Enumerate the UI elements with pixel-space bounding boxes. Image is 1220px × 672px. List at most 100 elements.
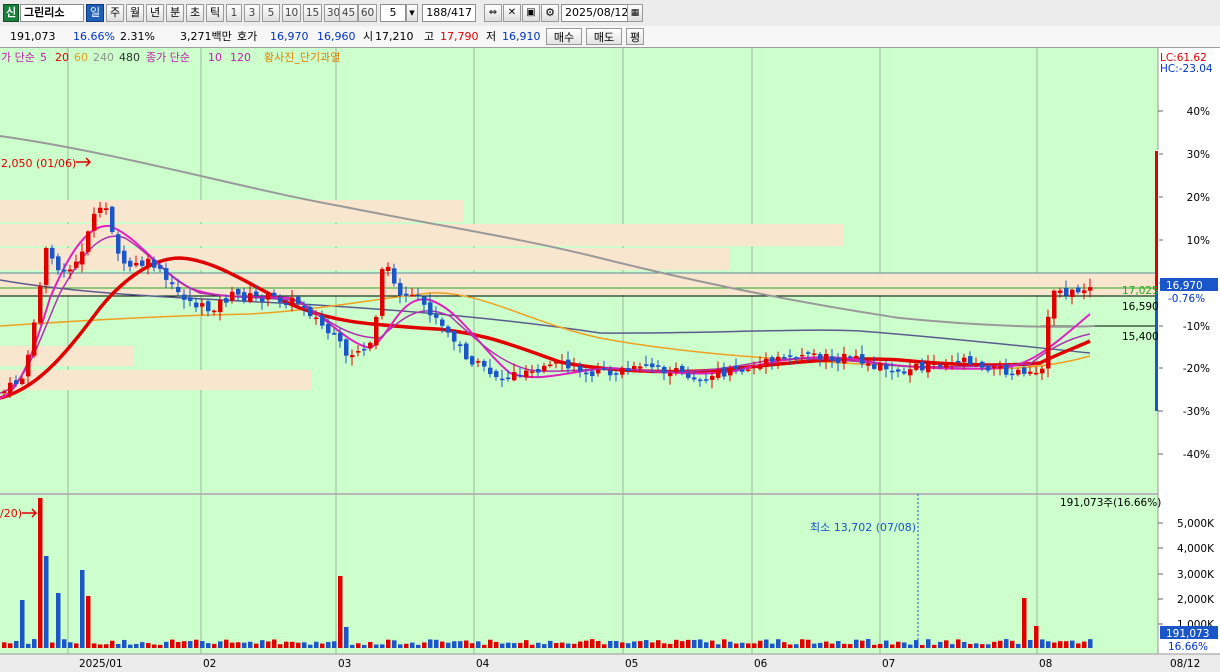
candle-body [698,379,703,382]
period-tab-week[interactable]: 주 [106,4,124,22]
crosshair-icon[interactable]: ✕ [503,4,521,22]
candle-body [68,269,73,272]
period-tab-tick[interactable]: 틱 [206,4,224,22]
candle-body [950,362,955,364]
candle-body [206,301,211,312]
period-tab-second[interactable]: 초 [186,4,204,22]
volume-bar [176,642,181,648]
interval-button-3[interactable]: 3 [244,4,260,22]
volume-bar [1070,640,1075,648]
data-count-field[interactable]: 188/417 [422,4,476,22]
gear-icon[interactable]: ⚙ [541,4,559,22]
volume-bar [98,644,103,648]
candle-body [494,371,499,378]
interval-button-60[interactable]: 60 [358,4,377,22]
sell-button[interactable]: 매도 [586,28,622,45]
save-icon[interactable]: ▣ [522,4,540,22]
candle-body [446,326,451,333]
candle-body [896,369,901,372]
interval-button-15[interactable]: 15 [303,4,322,22]
quote-open: 17,210 [375,30,414,43]
candle-body [1022,367,1027,374]
candle-body [956,360,961,363]
candle-body [326,323,331,334]
candle-body [254,291,259,296]
buy-button[interactable]: 매수 [546,28,582,45]
volume-bar [842,643,847,648]
interval-dropdown-icon[interactable]: ▼ [406,4,418,22]
candle-body [128,260,133,267]
candle-body [146,258,151,268]
candle-body [416,294,421,297]
candle-body [926,362,931,373]
interval-button-45[interactable]: 45 [339,4,358,22]
volume-bar [746,643,751,648]
volume-bar [380,644,385,648]
stock-name-field[interactable]: 그린리소 [20,4,84,22]
volume-bar [1010,640,1015,648]
volume-bar [992,641,997,648]
level-label-3: 15,400 [1122,331,1159,343]
candle-body [812,353,817,356]
legend-ma5: 5 [40,51,47,64]
volume-bar [770,643,775,648]
volume-bar [698,639,703,648]
candle-body [908,369,913,376]
candle-body [542,365,547,372]
candle-body [284,302,289,305]
volume-bar [686,639,691,648]
volume-bar [692,639,697,648]
volume-bar [296,642,301,648]
stock-chart[interactable]: 2,050 (01/06) 가 단순 5 20 60 240 480 종가 단순… [0,48,1220,672]
candle-body [968,356,973,365]
candle-body [116,234,121,254]
volume-bar [452,641,457,648]
candle-body [278,297,283,303]
interval-button-1[interactable]: 1 [226,4,242,22]
volume-bar [554,643,559,648]
interval-button-10[interactable]: 10 [282,4,301,22]
period-tab-day[interactable]: 일 [86,4,104,22]
candle-body [170,282,175,285]
date-field[interactable]: 2025/08/12 [561,4,631,22]
volume-bar [962,641,967,648]
volume-bar [560,642,565,648]
zoom-icon[interactable]: ⇔ [484,4,502,22]
candle-body [752,366,757,368]
volume-bar [1088,639,1093,648]
interval-button-5[interactable]: 5 [262,4,280,22]
candle-body [20,378,25,384]
candle-body [434,314,439,318]
period-tab-year[interactable]: 년 [146,4,164,22]
calendar-icon[interactable]: ▦ [627,4,643,22]
candle-body [602,368,607,370]
candle-body [794,357,799,359]
volume-bar [974,643,979,648]
candle-body [770,357,775,362]
volume-panel-bg [0,494,1158,654]
candle-body [464,343,469,360]
candle-body [536,369,541,373]
candle-body [590,371,595,377]
vol-current-label: 191,073주(16.66%) [1060,497,1161,509]
volume-bar [236,642,241,648]
candle-body [200,303,205,307]
vol-high-marker-label: /20) [0,507,22,520]
candle-body [632,365,637,370]
interval-select[interactable]: 5 [380,4,406,22]
volume-bar [374,644,379,648]
data-count-current: 188 [426,6,448,19]
evaluate-button[interactable]: 평 [626,28,644,45]
volume-bar [284,641,289,648]
chart-toolbar: 신 그린리소 일 주 월 년 분 초 틱 1 3 5 10 15 30 45 6… [0,0,1220,27]
candle-body [1082,290,1087,293]
period-tab-month[interactable]: 월 [126,4,144,22]
quote-change-pct: 16.66% [73,30,115,43]
candle-body [560,361,565,364]
current-volume-value: 191,073 [1166,628,1209,640]
volume-bar [500,643,505,648]
volume-bar [434,639,439,648]
period-tab-minute[interactable]: 분 [166,4,184,22]
candle-body [962,357,967,362]
candle-body [1046,316,1051,369]
